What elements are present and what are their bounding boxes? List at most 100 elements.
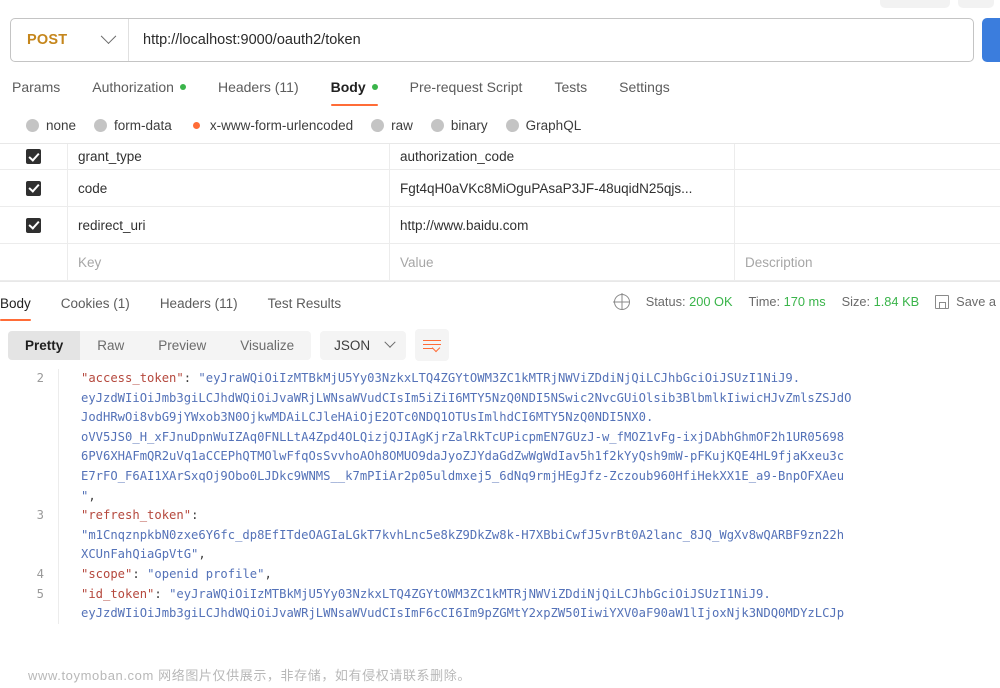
tab-pre-request-script[interactable]: Pre-request Script	[394, 79, 539, 106]
viewer-mode-visualize[interactable]: Visualize	[223, 331, 311, 360]
row-checkbox-cell[interactable]	[0, 207, 68, 243]
row-key-cell[interactable]: grant_type	[68, 144, 390, 169]
top-pill-right	[958, 0, 994, 8]
body-type-raw[interactable]: raw	[371, 118, 413, 133]
tab-authorization-label: Authorization	[92, 79, 174, 95]
row-key-cell[interactable]: redirect_uri	[68, 207, 390, 243]
code-line-content: eyJzdWIiOiJmb3giLCJhdWQiOiJvaWRjLWNsaWVu…	[58, 388, 1000, 409]
code-line: ",	[0, 486, 1000, 507]
response-body-code-viewer[interactable]: 2 "access_token": "eyJraWQiOiIzMTBkMjU5Yy…	[0, 369, 1000, 637]
size-value: 1.84 KB	[873, 294, 920, 309]
viewer-mode-raw-label: Raw	[97, 337, 125, 353]
response-format-select[interactable]: JSON	[320, 330, 407, 360]
new-row-key-input[interactable]: Key	[68, 244, 390, 280]
response-tab-headers[interactable]: Headers (11)	[145, 282, 253, 321]
watermark-text: www.toymoban.com 网络图片仅供展示，非存储，如有侵权请联系删除。	[28, 668, 471, 683]
row-checkbox-cell[interactable]	[0, 244, 68, 280]
globe-icon[interactable]	[613, 293, 630, 310]
code-line-content: oVV5JS0_H_xFJnuDpnWuIZAq0FNLLtA4Zpd4OLQi…	[58, 427, 1000, 448]
tab-settings[interactable]: Settings	[603, 79, 686, 106]
checkbox-checked-icon[interactable]	[26, 180, 41, 196]
line-number	[0, 428, 58, 448]
row-value-value: authorization_code	[400, 149, 515, 164]
table-row[interactable]: redirect_uri http://www.baidu.com	[0, 207, 1000, 244]
chevron-down-icon	[384, 336, 396, 348]
viewer-mode-preview-label: Preview	[158, 337, 207, 353]
row-description-cell[interactable]	[735, 144, 1000, 169]
row-value-cell[interactable]: http://www.baidu.com	[390, 207, 735, 243]
code-line-content: ",	[58, 486, 1000, 507]
code-line: 3 "refresh_token":	[0, 506, 1000, 526]
http-method-label: POST	[27, 32, 68, 48]
viewer-mode-raw[interactable]: Raw	[80, 331, 141, 360]
line-number	[0, 604, 58, 624]
radio-icon	[430, 119, 444, 132]
response-viewer-toolbar: Pretty Raw Preview Visualize JSON	[0, 321, 1000, 369]
tab-headers[interactable]: Headers (11)	[202, 79, 315, 106]
code-line-content: E7rFO_F6AI1XArSxqOj9Obo0LJDkc9WNMS__k7mP…	[58, 466, 1000, 487]
response-tab-body[interactable]: Body	[0, 282, 46, 321]
response-tab-cookies[interactable]: Cookies (1)	[46, 282, 145, 321]
table-row[interactable]: code Fgt4qH0aVKc8MiOguPAsaP3JF-48uqidN25…	[0, 170, 1000, 207]
code-line: JodHRwOi8vbG9jYWxob3N0OjkwMDAiLCJleHAiOj…	[0, 408, 1000, 428]
code-line-content: JodHRwOi8vbG9jYWxob3N0OjkwMDAiLCJleHAiOj…	[58, 408, 1000, 428]
code-line: 6PV6XHAFmQR2uVq1aCCEPhQTMOlwFfqOsSvvhoAO…	[0, 447, 1000, 467]
viewer-mode-pretty[interactable]: Pretty	[8, 330, 81, 360]
response-format-label: JSON	[334, 337, 371, 353]
request-url-input[interactable]	[129, 19, 973, 61]
top-pill-left	[880, 0, 950, 8]
response-tab-cookies-label: Cookies (1)	[60, 296, 130, 311]
tab-headers-label: Headers (11)	[217, 79, 299, 95]
status-dot-icon	[371, 84, 378, 90]
response-tab-test-results-label: Test Results	[267, 296, 342, 311]
row-description-cell[interactable]	[735, 207, 1000, 243]
response-meta: Status: 200 OK Time: 170 ms Size: 1.84 K…	[613, 293, 1000, 310]
code-line: oVV5JS0_H_xFJnuDpnWuIZAq0FNLLtA4Zpd4OLQi…	[0, 427, 1000, 448]
url-encoded-params-table: grant_type authorization_code code Fgt4q…	[0, 143, 1000, 281]
tab-body[interactable]: Body	[315, 79, 394, 106]
new-row-key-placeholder: Key	[78, 254, 102, 270]
code-line-content: "m1CnqznpkbN0zxe6Y6fc_dp8EfITdeOAGIaLGkT…	[58, 525, 1000, 546]
code-line-content: eyJzdWIiOiJmb3giLCJhdWQiOiJvaWRjLWNsaWVu…	[58, 604, 1000, 624]
body-type-form-data-label: form-data	[114, 118, 172, 133]
code-line-content: "refresh_token":	[58, 506, 1000, 526]
radio-icon	[505, 119, 519, 132]
tab-params-label: Params	[12, 79, 61, 95]
row-value-cell[interactable]: authorization_code	[390, 144, 735, 169]
viewer-mode-preview[interactable]: Preview	[141, 331, 223, 360]
tab-tests-label: Tests	[554, 79, 588, 95]
row-value-cell[interactable]: Fgt4qH0aVKc8MiOguPAsaP3JF-48uqidN25qjs..…	[390, 170, 735, 206]
size-badge: Size: 1.84 KB	[842, 294, 920, 309]
row-key-cell[interactable]: code	[68, 170, 390, 206]
body-type-x-www-form-urlencoded[interactable]: x-www-form-urlencoded	[189, 118, 353, 133]
line-number	[0, 467, 58, 487]
checkbox-checked-icon[interactable]	[26, 149, 41, 164]
word-wrap-icon	[423, 339, 442, 353]
tab-tests[interactable]: Tests	[538, 79, 603, 106]
table-row[interactable]: grant_type authorization_code	[0, 144, 1000, 170]
body-type-binary[interactable]: binary	[430, 118, 488, 133]
tab-authorization[interactable]: Authorization	[76, 79, 202, 106]
body-type-raw-label: raw	[391, 118, 413, 133]
word-wrap-button[interactable]	[415, 329, 450, 361]
row-checkbox-cell[interactable]	[0, 170, 68, 206]
body-type-graphql[interactable]: GraphQL	[505, 118, 581, 133]
http-method-select[interactable]: POST	[11, 19, 129, 61]
save-response-button[interactable]: Save a	[935, 294, 996, 309]
body-type-none[interactable]: none	[26, 118, 76, 133]
row-description-cell[interactable]	[735, 170, 1000, 206]
response-tab-headers-label: Headers (11)	[159, 296, 238, 311]
checkbox-checked-icon[interactable]	[26, 217, 41, 233]
new-row-description-input[interactable]: Description	[735, 244, 1000, 280]
new-row-value-input[interactable]: Value	[390, 244, 735, 280]
row-value-value: Fgt4qH0aVKc8MiOguPAsaP3JF-48uqidN25qjs..…	[400, 180, 693, 196]
new-row-description-placeholder: Description	[745, 254, 813, 270]
send-button[interactable]	[982, 18, 1000, 62]
response-tab-test-results[interactable]: Test Results	[253, 282, 357, 321]
response-tab-body-label: Body	[0, 296, 31, 311]
line-number: 4	[36, 566, 44, 581]
row-checkbox-cell[interactable]	[0, 144, 68, 169]
tab-params[interactable]: Params	[12, 79, 76, 106]
body-type-form-data[interactable]: form-data	[94, 118, 172, 133]
table-row-empty[interactable]: Key Value Description	[0, 244, 1000, 281]
